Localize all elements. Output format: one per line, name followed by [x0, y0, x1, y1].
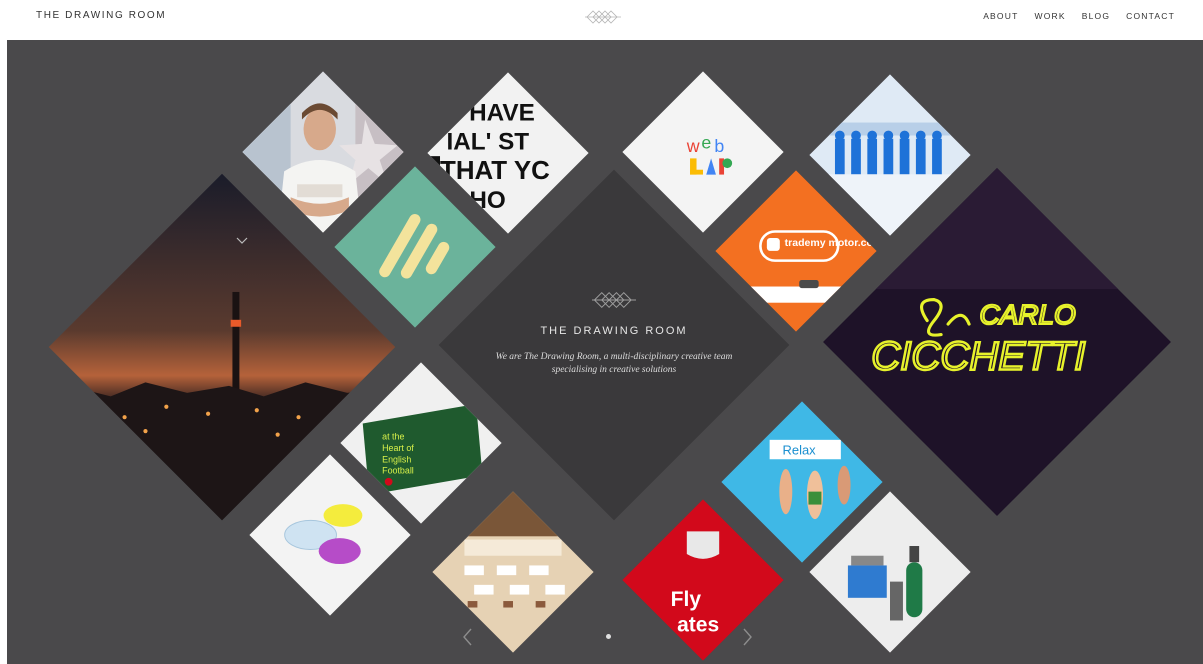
brand-name[interactable]: THE DRAWING ROOM	[36, 10, 166, 21]
nav-about[interactable]: ABOUT	[983, 11, 1018, 21]
chevron-down-icon[interactable]	[235, 236, 249, 246]
svg-text:Heart of: Heart of	[382, 443, 414, 453]
svg-text:English: English	[382, 454, 411, 464]
chevron-left-icon[interactable]	[458, 626, 478, 648]
site-header: THE DRAWING ROOM ABOUT WORK BLOG CONTACT	[0, 0, 1203, 40]
svg-text:CICCHETTI: CICCHETTI	[871, 334, 1085, 379]
intro-title: THE DRAWING ROOM	[540, 325, 688, 337]
svg-text:IAL' ST: IAL' ST	[446, 129, 529, 156]
pager-dot[interactable]	[606, 634, 611, 639]
svg-text:at the: at the	[382, 432, 404, 442]
intro-description: We are The Drawing Room, a multi-discipl…	[495, 352, 733, 375]
diamond-lattice-logo-icon	[592, 291, 636, 309]
nav-work[interactable]: WORK	[1034, 11, 1065, 21]
nav-contact[interactable]: CONTACT	[1126, 11, 1175, 21]
svg-text:Fly: Fly	[671, 588, 702, 611]
svg-text:b: b	[714, 136, 724, 156]
svg-text:CARLO: CARLO	[980, 300, 1076, 331]
tile-arsenal-fly[interactable]: Fly ates	[622, 499, 784, 661]
chevron-right-icon[interactable]	[737, 626, 757, 648]
svg-text:trademy motor.co.uk: trademy motor.co.uk	[785, 237, 877, 249]
svg-text:HAVE: HAVE	[469, 100, 535, 127]
diamond-lattice-logo-icon[interactable]	[585, 8, 621, 26]
svg-text:e: e	[701, 133, 711, 153]
nav-blog[interactable]: BLOG	[1082, 11, 1110, 21]
svg-text:w: w	[686, 136, 700, 156]
svg-text:THAT YC: THAT YC	[440, 157, 550, 185]
main-nav: ABOUT WORK BLOG CONTACT	[983, 11, 1175, 21]
portfolio-stage: HAVE IAL' ST THAT YC E HO w e b trademy …	[7, 40, 1203, 664]
tile-banquet-hall[interactable]	[432, 491, 594, 653]
svg-text:Football: Football	[382, 466, 414, 476]
svg-text:ates: ates	[677, 614, 719, 637]
svg-text:Relax: Relax	[783, 442, 817, 457]
intro-content: THE DRAWING ROOM We are The Drawing Room…	[436, 289, 792, 389]
